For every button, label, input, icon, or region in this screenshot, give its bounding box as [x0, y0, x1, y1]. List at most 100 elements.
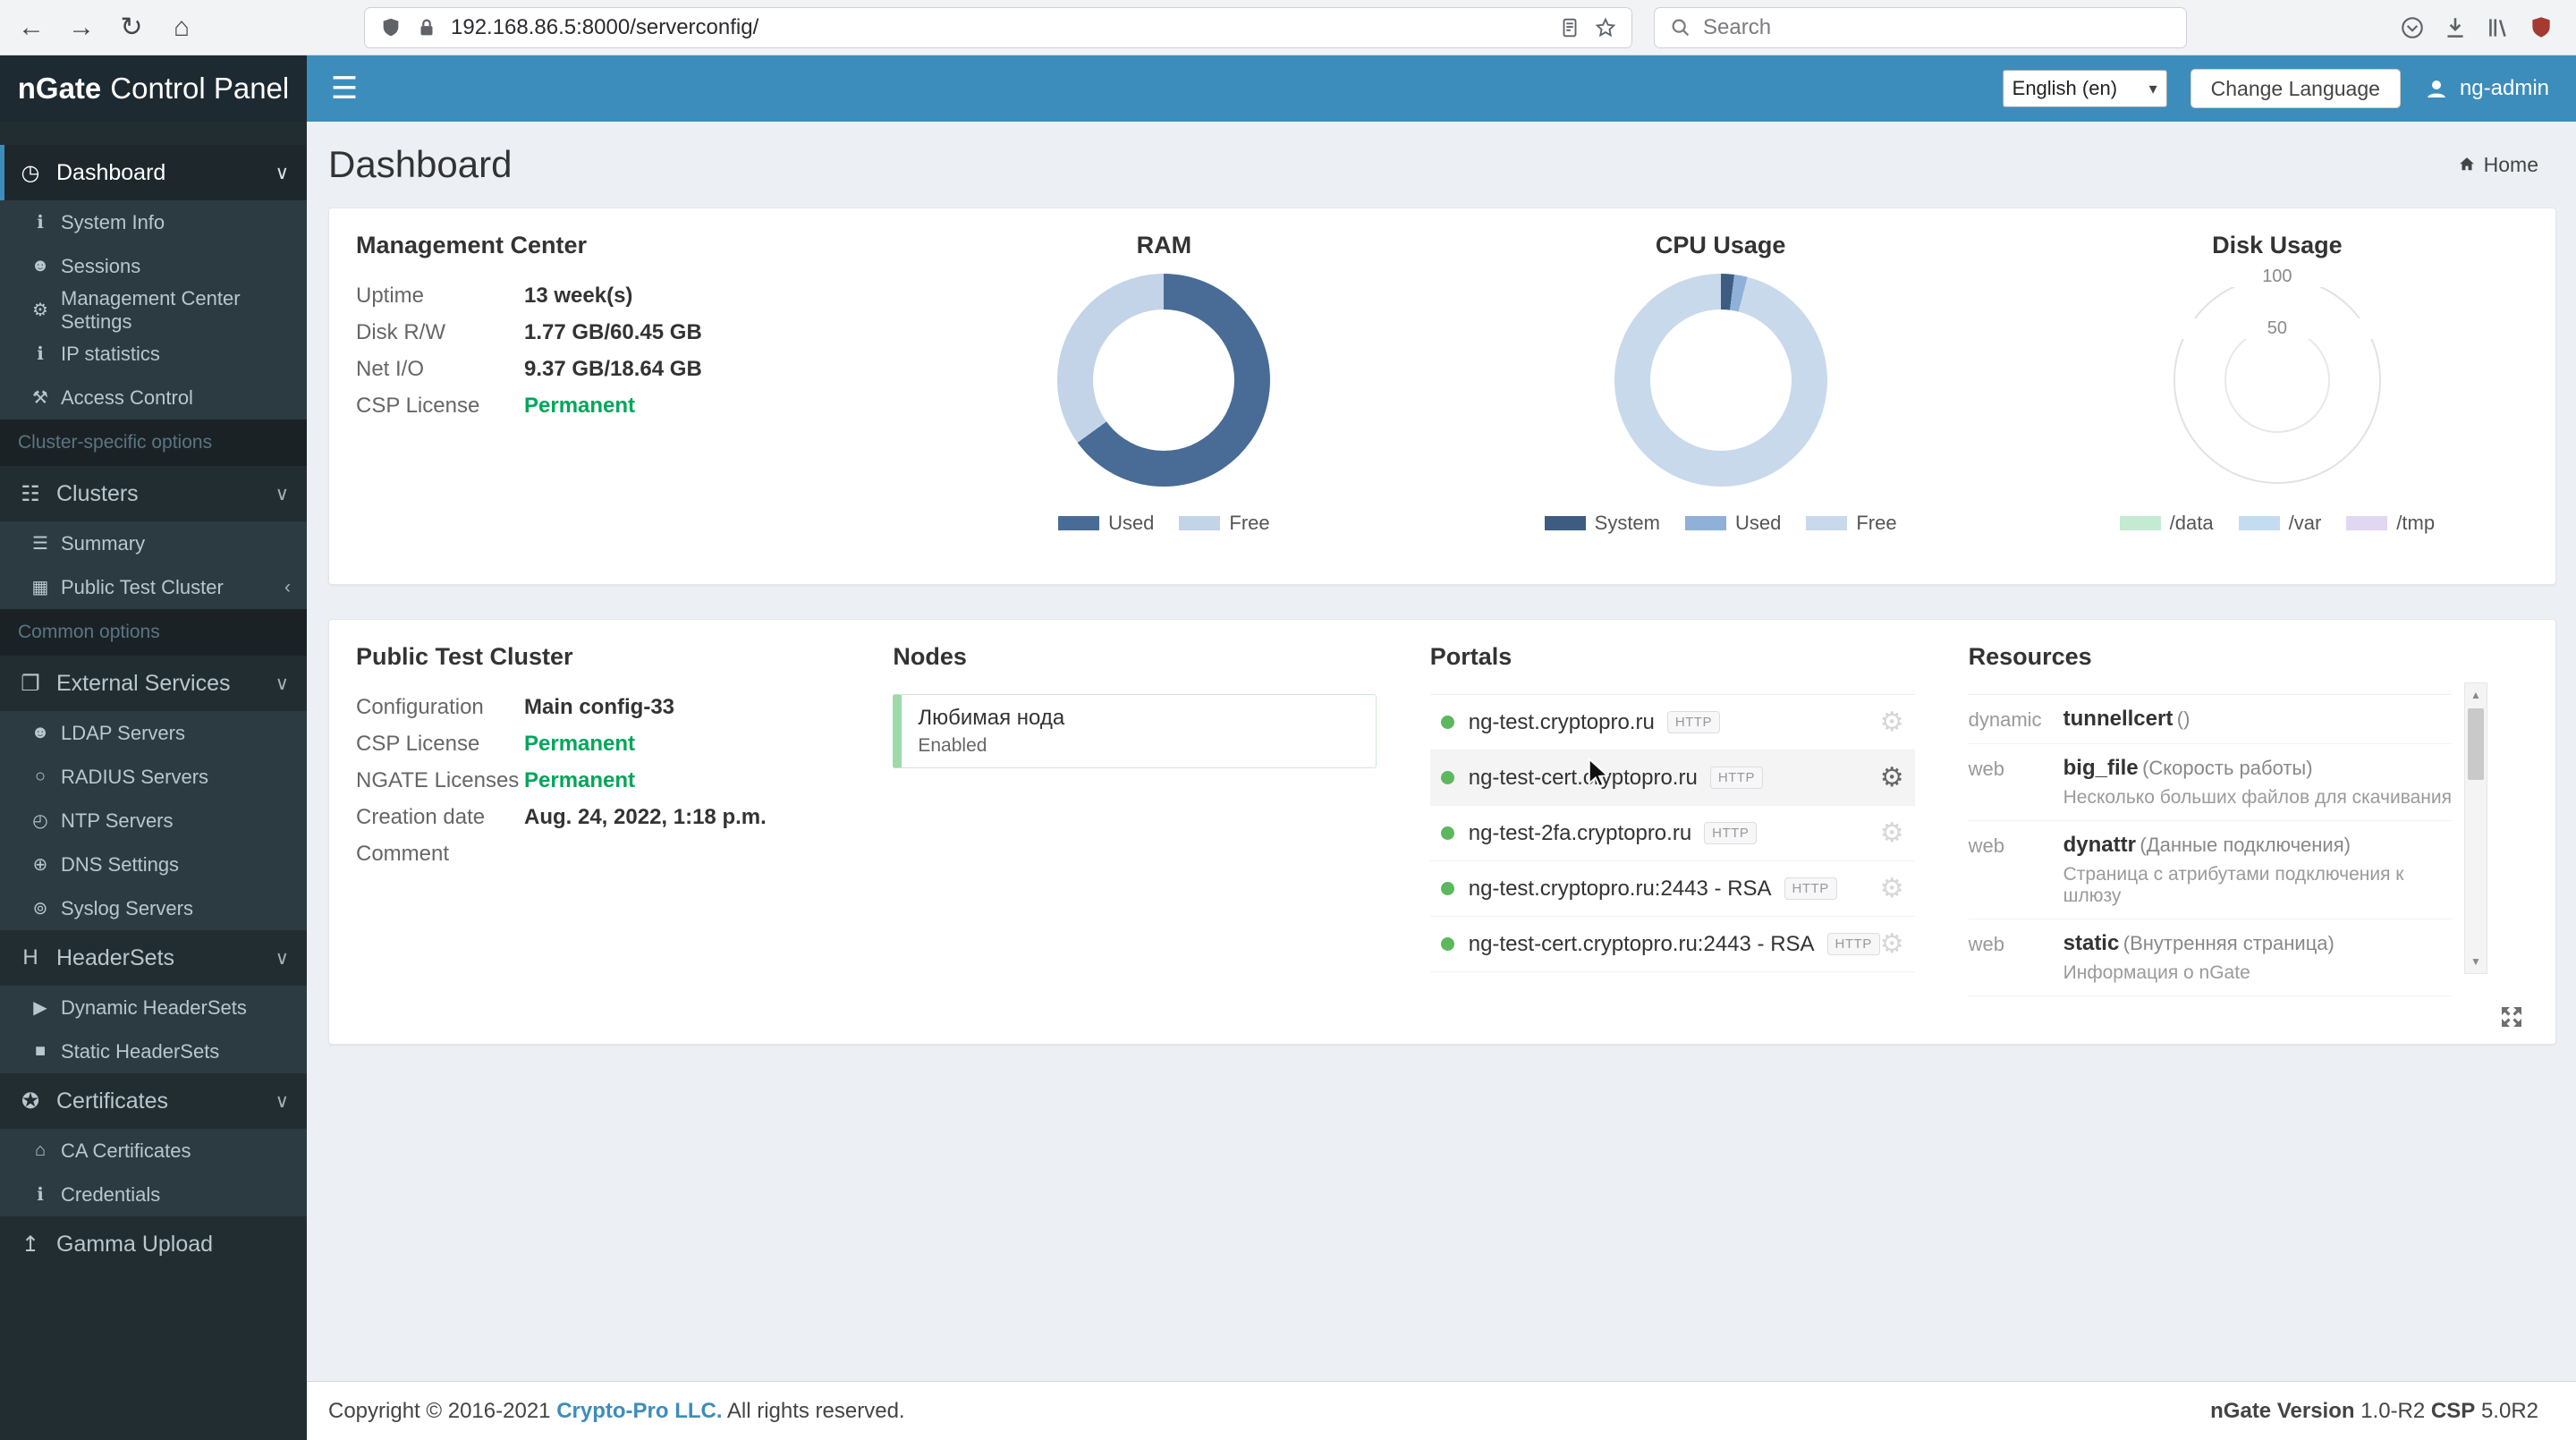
- sidebar-item-certificates[interactable]: ✪ Certificates ∨: [0, 1073, 307, 1129]
- sidebar-item-ip-statistics[interactable]: ℹ IP statistics: [0, 332, 307, 376]
- sidebar: ◷ Dashboard ∨ ℹ System Info ☻ Sessions ⚙…: [0, 122, 307, 1440]
- sidebar-item-headersets[interactable]: H HeaderSets ∨: [0, 930, 307, 986]
- scroll-up-icon[interactable]: ▲: [2465, 683, 2487, 707]
- sidebar-section-label: Common options: [0, 609, 307, 656]
- chevron-icon: ∨: [275, 483, 289, 504]
- sidebar-item-ntp-servers[interactable]: ◴ NTP Servers: [0, 799, 307, 843]
- ram-panel: RAM Used Free: [886, 208, 1442, 584]
- resource-row[interactable]: web big_file (Скорость работы) Несколько…: [1968, 744, 2452, 821]
- cpu-donut-chart: [1614, 274, 1827, 487]
- legend-item: Used: [1058, 512, 1154, 535]
- sidebar-item-clusters[interactable]: ☷ Clusters ∨: [0, 466, 307, 521]
- back-icon[interactable]: ←: [11, 7, 52, 48]
- ram-legend: Used Free: [1058, 512, 1270, 535]
- pocket-icon[interactable]: [2399, 14, 2426, 41]
- expand-icon[interactable]: [2498, 1004, 2525, 1035]
- language-select[interactable]: English (en) ▾: [2002, 70, 2167, 107]
- scrollbar-thumb[interactable]: [2467, 708, 2484, 780]
- detail-row: Uptime 13 week(s): [356, 284, 633, 308]
- scroll-down-icon[interactable]: ▼: [2465, 950, 2487, 973]
- search-input[interactable]: Search: [1655, 7, 2186, 47]
- sidebar-item-external-services[interactable]: ❐ External Services ∨: [0, 656, 307, 711]
- legend-swatch: [2346, 516, 2388, 530]
- sidebar-item-summary[interactable]: ☰ Summary: [0, 521, 307, 565]
- detail-row: Configuration Main config-33: [356, 695, 675, 719]
- play-icon: ▶: [33, 998, 47, 1018]
- resource-row[interactable]: web dynattr (Данные подключения) Страниц…: [1968, 821, 2452, 919]
- refresh-icon[interactable]: ↻: [111, 7, 152, 48]
- gear-icon[interactable]: ⚙: [1880, 707, 1904, 738]
- cpu-panel: CPU Usage System Used Free: [1443, 208, 1999, 584]
- legend-swatch: [1544, 516, 1586, 530]
- management-center-panel: Management Center Uptime 13 week(s) Disk…: [329, 208, 886, 584]
- legend-swatch: [2119, 516, 2161, 530]
- sidebar-item-dns-settings[interactable]: ⊕ DNS Settings: [0, 843, 307, 886]
- gear-icon[interactable]: ⚙: [1880, 817, 1904, 849]
- sidebar-section-label: Cluster-specific options: [0, 419, 307, 466]
- breadcrumb[interactable]: Home: [2457, 153, 2538, 177]
- portal-row[interactable]: ng-test.cryptopro.ru:2443 - RSA HTTP ⚙: [1429, 861, 1915, 917]
- certificate-icon: ✪: [21, 1088, 40, 1114]
- sidebar-item-dynamic-headersets[interactable]: ▶ Dynamic HeaderSets: [0, 986, 307, 1029]
- sidebar-item-access-control[interactable]: ⚒ Access Control: [0, 376, 307, 419]
- portal-row[interactable]: ng-test-2fa.cryptopro.ru HTTP ⚙: [1429, 806, 1915, 861]
- footer: Copyright © 2016-2021 Crypto-Pro LLC. Al…: [307, 1381, 2576, 1440]
- portal-row[interactable]: ng-test-cert.cryptopro.ru:2443 - RSA HTT…: [1429, 917, 1915, 972]
- gear-icon[interactable]: ⚙: [1880, 873, 1904, 904]
- user-menu[interactable]: ng-admin: [2424, 76, 2549, 101]
- sidebar-item-static-headersets[interactable]: ■ Static HeaderSets: [0, 1029, 307, 1073]
- hamburger-icon[interactable]: ☰: [316, 71, 373, 106]
- mouse-cursor: [1585, 757, 1615, 795]
- info-icon: ℹ: [37, 1185, 44, 1205]
- detail-row: Creation date Aug. 24, 2022, 1:18 p.m.: [356, 805, 767, 829]
- sidebar-item-radius-servers[interactable]: ○ RADIUS Servers: [0, 755, 307, 799]
- forward-icon[interactable]: →: [61, 7, 102, 48]
- sidebar-item-gamma-upload[interactable]: ↥ Gamma Upload: [0, 1216, 307, 1272]
- legend-item: /var: [2238, 512, 2321, 535]
- gear-icon[interactable]: ⚙: [1880, 762, 1904, 793]
- resource-row[interactable]: dynamic tunnellcert (): [1968, 695, 2452, 744]
- app-logo[interactable]: nGate Control Panel: [0, 55, 307, 122]
- lock-icon[interactable]: [415, 16, 438, 39]
- shield-icon[interactable]: [379, 16, 402, 39]
- resources-scrollbar[interactable]: ▲ ▼: [2463, 682, 2487, 974]
- portal-row[interactable]: ng-test-cert.cryptopro.ru HTTP ⚙: [1429, 750, 1915, 806]
- sidebar-item-syslog-servers[interactable]: ⊚ Syslog Servers: [0, 886, 307, 930]
- node-card[interactable]: Любимая нода Enabled: [893, 694, 1377, 768]
- caret-down-icon: ▾: [2148, 79, 2157, 97]
- sidebar-item-public-test-cluster[interactable]: ▦ Public Test Cluster ‹: [0, 565, 307, 609]
- company-link[interactable]: Crypto-Pro LLC.: [556, 1399, 722, 1423]
- sidebar-item-dashboard[interactable]: ◷ Dashboard ∨: [0, 145, 307, 200]
- gear-icon[interactable]: ⚙: [1880, 928, 1904, 960]
- sidebar-item-management-center-settings[interactable]: ⚙ Management Center Settings: [0, 287, 307, 333]
- protocol-badge: HTTP: [1784, 877, 1837, 900]
- app-header: nGate Control Panel ☰ English (en) ▾ Cha…: [0, 55, 2576, 122]
- portal-row[interactable]: ng-test.cryptopro.ru HTTP ⚙: [1429, 695, 1915, 750]
- ublock-icon[interactable]: [2528, 14, 2555, 41]
- protocol-badge: HTTP: [1666, 711, 1720, 733]
- cpu-legend: System Used Free: [1544, 512, 1897, 535]
- home-icon[interactable]: ⌂: [161, 7, 202, 48]
- sidebar-item-sessions[interactable]: ☻ Sessions: [0, 244, 307, 288]
- library-icon[interactable]: [2485, 14, 2512, 41]
- resource-row[interactable]: web static (Внутренняя страница) Информа…: [1968, 919, 2452, 996]
- resources-list: dynamic tunnellcert () web big_file (Ско…: [1968, 694, 2452, 996]
- circle-icon: ○: [34, 767, 47, 786]
- legend-item: Used: [1685, 512, 1781, 535]
- legend-swatch: [1058, 516, 1100, 530]
- sidebar-item-ldap-servers[interactable]: ☻ LDAP Servers: [0, 711, 307, 755]
- change-language-button[interactable]: Change Language: [2190, 69, 2401, 108]
- sidebar-item-credentials[interactable]: ℹ Credentials: [0, 1173, 307, 1216]
- info-icon: ℹ: [37, 344, 44, 364]
- reader-mode-icon[interactable]: [1558, 16, 1581, 39]
- search-placeholder: Search: [1703, 14, 1772, 39]
- nodes-panel: Nodes Любимая нода Enabled: [866, 620, 1402, 1044]
- sidebar-item-ca-certificates[interactable]: ⌂ CA Certificates: [0, 1129, 307, 1173]
- sidebar-item-system-info[interactable]: ℹ System Info: [0, 200, 307, 244]
- download-icon[interactable]: [2442, 14, 2469, 41]
- bookmark-star-icon[interactable]: [1594, 16, 1617, 39]
- external-icon: ❐: [21, 671, 40, 696]
- url-bar[interactable]: 192.168.86.5:8000/serverconfig/: [365, 7, 1631, 47]
- status-dot: [1440, 882, 1454, 895]
- cluster-details-panel: Public Test Cluster Configuration Main c…: [329, 620, 866, 1044]
